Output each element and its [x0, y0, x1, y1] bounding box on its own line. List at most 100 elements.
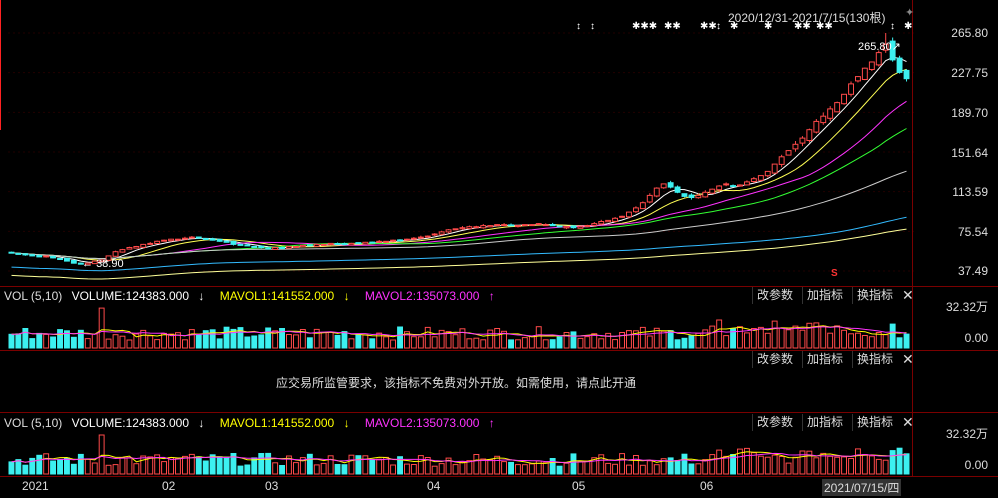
edit-params-button[interactable]: 改参数 — [752, 351, 797, 368]
volume-bar — [43, 453, 50, 475]
candle-body — [57, 258, 63, 260]
close-icon[interactable]: ✕ — [902, 414, 914, 431]
candle-body — [424, 235, 431, 238]
volume-bar — [334, 334, 341, 349]
volume-bar — [306, 337, 313, 349]
vol-axis-label: 0.00 — [964, 458, 988, 472]
candle-body — [161, 239, 168, 242]
candle-body — [473, 226, 480, 229]
candle-body — [556, 225, 563, 228]
volume-bar — [77, 453, 84, 475]
volume-bar — [633, 455, 639, 475]
volume-bar — [383, 336, 390, 349]
signal-mark: ↕ — [890, 21, 895, 32]
volume-bar — [771, 320, 778, 349]
volume-bar — [98, 307, 105, 349]
volume-value: VOLUME:124383.000 ↓ — [71, 416, 205, 430]
volume-bar — [508, 339, 515, 349]
volume-bar — [327, 455, 334, 475]
volume-bar — [605, 462, 612, 475]
volume-bar — [667, 330, 674, 349]
switch-indicator-button[interactable]: 换指标 — [852, 351, 897, 368]
volume-bar — [744, 332, 750, 349]
volume-bar — [681, 337, 688, 349]
volume-bar — [119, 335, 126, 349]
pin-icon[interactable]: ✦ — [905, 6, 914, 19]
candle-body — [750, 178, 757, 182]
volume-bar — [195, 456, 202, 475]
volume-bar — [362, 334, 369, 349]
volume-bar — [293, 334, 299, 349]
volume-bar — [43, 333, 50, 349]
price-axis-label: 151.64 — [951, 146, 988, 160]
candle-body — [286, 246, 292, 249]
candle-body — [64, 257, 70, 262]
volume-bar — [133, 463, 140, 475]
volume-bar — [577, 337, 584, 349]
edit-params-button[interactable]: 改参数 — [752, 414, 797, 431]
left-edge-marker — [0, 0, 1, 130]
candle-body — [903, 69, 910, 80]
mavol1-value: MAVOL1:141552.000 ↓ — [219, 289, 350, 303]
volume-bar — [258, 334, 265, 349]
volume-bar — [848, 458, 854, 475]
panel-separator — [0, 286, 998, 287]
volume-bar — [619, 332, 625, 349]
volume-bar — [50, 460, 56, 475]
volume-bar — [508, 461, 515, 475]
volume-bar — [570, 331, 577, 349]
s-signal-mark: S — [831, 268, 838, 279]
candle-body — [577, 226, 584, 229]
candle-body — [480, 225, 487, 229]
signal-mark: ✱✱ — [700, 21, 717, 32]
volume-bar — [293, 462, 299, 475]
volume-bar — [688, 335, 695, 349]
mavol2-value: MAVOL2:135073.000 ↑ — [364, 289, 495, 303]
candle-body — [22, 253, 29, 256]
volume-bar — [22, 464, 29, 475]
volume-bar — [64, 457, 70, 475]
edit-params-button[interactable]: 改参数 — [752, 287, 797, 304]
close-icon[interactable]: ✕ — [902, 287, 914, 304]
candle-body — [70, 259, 77, 264]
candle-body — [896, 57, 903, 73]
volume-bar — [466, 338, 473, 349]
signal-mark: ↕ — [590, 21, 595, 32]
volume-bar — [528, 463, 535, 475]
vol-axis-label: 0.00 — [964, 331, 988, 345]
volume-bar — [494, 328, 501, 349]
volume-bar — [695, 463, 702, 475]
candle-body — [133, 246, 140, 249]
volume-bar — [834, 325, 841, 349]
candle-body — [639, 202, 646, 210]
add-indicator-button[interactable]: 加指标 — [802, 351, 847, 368]
volume-bar — [716, 319, 723, 349]
volume-bar — [778, 327, 785, 349]
volume-bar — [855, 448, 861, 475]
candle-body — [195, 236, 202, 239]
candle-body — [778, 156, 785, 165]
volume-bar — [646, 460, 653, 475]
switch-indicator-button[interactable]: 换指标 — [852, 414, 897, 431]
candle-body — [348, 242, 355, 246]
volume-bar — [431, 336, 438, 349]
candle-body — [515, 225, 521, 228]
candle-body — [653, 187, 660, 197]
volume-bar — [660, 330, 667, 349]
volume-bar — [688, 463, 695, 475]
switch-indicator-button[interactable]: 换指标 — [852, 287, 897, 304]
volume-bar — [237, 465, 244, 475]
candle-body — [362, 241, 369, 245]
candle-body — [327, 242, 334, 246]
price-axis-label: 113.59 — [952, 185, 988, 199]
locked-indicator-notice[interactable]: 应交易所监管要求，该指标不免费对外开放。如需使用，请点此开通 — [0, 374, 912, 391]
volume-bar — [646, 335, 653, 349]
add-indicator-button[interactable]: 加指标 — [802, 414, 847, 431]
volume-bar — [182, 455, 188, 475]
signal-mark: ✱✱ — [816, 21, 833, 32]
close-icon[interactable]: ✕ — [902, 351, 914, 368]
volume-bar — [452, 334, 459, 349]
candle-body — [875, 52, 882, 66]
add-indicator-button[interactable]: 加指标 — [802, 287, 847, 304]
volume-bar — [639, 326, 646, 349]
